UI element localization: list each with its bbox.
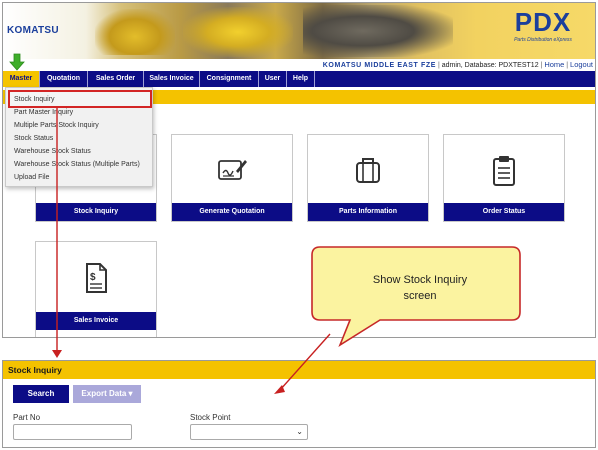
banner-photo-excavator — [95, 9, 175, 55]
tile-generate-quotation[interactable]: Generate Quotation — [171, 134, 293, 222]
menu-item-upload-file[interactable]: Upload File — [14, 174, 49, 181]
home-link[interactable]: Home — [544, 60, 564, 69]
menu-item-warehouse-stock-status-multiple[interactable]: Warehouse Stock Status (Multiple Parts) — [14, 161, 140, 168]
chevron-down-icon: ⌄ — [296, 427, 303, 436]
signature-tablet-icon — [172, 155, 292, 187]
part-no-input[interactable] — [13, 424, 132, 440]
pdx-logo: PDX Parts Distribution eXpress — [491, 7, 595, 53]
callout-text: Show Stock Inquiry screen — [320, 272, 520, 304]
menu-item-multiple-parts-stock-inquiry[interactable]: Multiple Parts Stock Inquiry — [14, 122, 99, 129]
banner-photo-machinery — [183, 7, 293, 57]
tile-parts-information[interactable]: Parts Information — [307, 134, 429, 222]
menu-item-stock-inquiry[interactable]: Stock Inquiry — [14, 96, 54, 103]
tile-label: Parts Information — [308, 203, 428, 221]
master-dropdown-menu: Stock Inquiry Part Master Inquiry Multip… — [5, 87, 153, 187]
callout-line-1: Show Stock Inquiry — [372, 274, 468, 286]
pdx-subtitle: Parts Distribution eXpress — [514, 37, 572, 43]
logout-link[interactable]: Logout — [570, 60, 593, 69]
clipboard-icon — [444, 155, 564, 189]
stock-point-select[interactable]: ⌄ — [190, 424, 308, 440]
nav-sales-invoice[interactable]: Sales Invoice — [144, 71, 200, 87]
main-nav: Master Quotation Sales Order Sales Invoi… — [3, 71, 595, 87]
part-no-label: Part No — [13, 413, 41, 422]
tile-label: Order Status — [444, 203, 564, 221]
stock-inquiry-window: Stock Inquiry Search Export Data ▾ Part … — [2, 360, 596, 448]
nav-consignment[interactable]: Consignment — [200, 71, 259, 87]
briefcase-icon — [308, 155, 428, 187]
svg-text:$: $ — [90, 272, 96, 283]
export-data-button[interactable]: Export Data ▾ — [73, 385, 141, 403]
user-info: admin, Database: PDXTEST12 — [441, 62, 539, 69]
nav-user[interactable]: User — [259, 71, 287, 87]
tile-label: Generate Quotation — [172, 203, 292, 221]
tile-sales-invoice[interactable]: $ Sales Invoice — [35, 241, 157, 337]
nav-master[interactable]: Master — [3, 71, 40, 87]
info-bar: KOMATSU MIDDLE EAST FZE | admin, Databas… — [3, 59, 595, 71]
menu-item-stock-status[interactable]: Stock Status — [14, 135, 53, 142]
stock-inquiry-title: Stock Inquiry — [3, 361, 595, 379]
nav-sales-order[interactable]: Sales Order — [88, 71, 144, 87]
tile-order-status[interactable]: Order Status — [443, 134, 565, 222]
search-button[interactable]: Search — [13, 385, 69, 403]
tile-label: Stock Inquiry — [36, 203, 156, 221]
header-banner: KOMATSU PDX Parts Distribution eXpress — [3, 3, 595, 59]
pdx-title: PDX — [514, 7, 572, 37]
nav-help[interactable]: Help — [287, 71, 315, 87]
tile-label: Sales Invoice — [36, 312, 156, 330]
banner-photo-engine — [303, 5, 453, 57]
invoice-icon: $ — [36, 262, 156, 296]
stock-point-label: Stock Point — [190, 413, 231, 422]
komatsu-logo: KOMATSU — [7, 25, 59, 36]
callout-line-2: screen — [403, 290, 437, 302]
nav-quotation[interactable]: Quotation — [40, 71, 88, 87]
menu-item-part-master-inquiry[interactable]: Part Master Inquiry — [14, 109, 73, 116]
menu-item-warehouse-stock-status[interactable]: Warehouse Stock Status — [14, 148, 91, 155]
company-name: KOMATSU MIDDLE EAST FZE — [322, 62, 436, 69]
